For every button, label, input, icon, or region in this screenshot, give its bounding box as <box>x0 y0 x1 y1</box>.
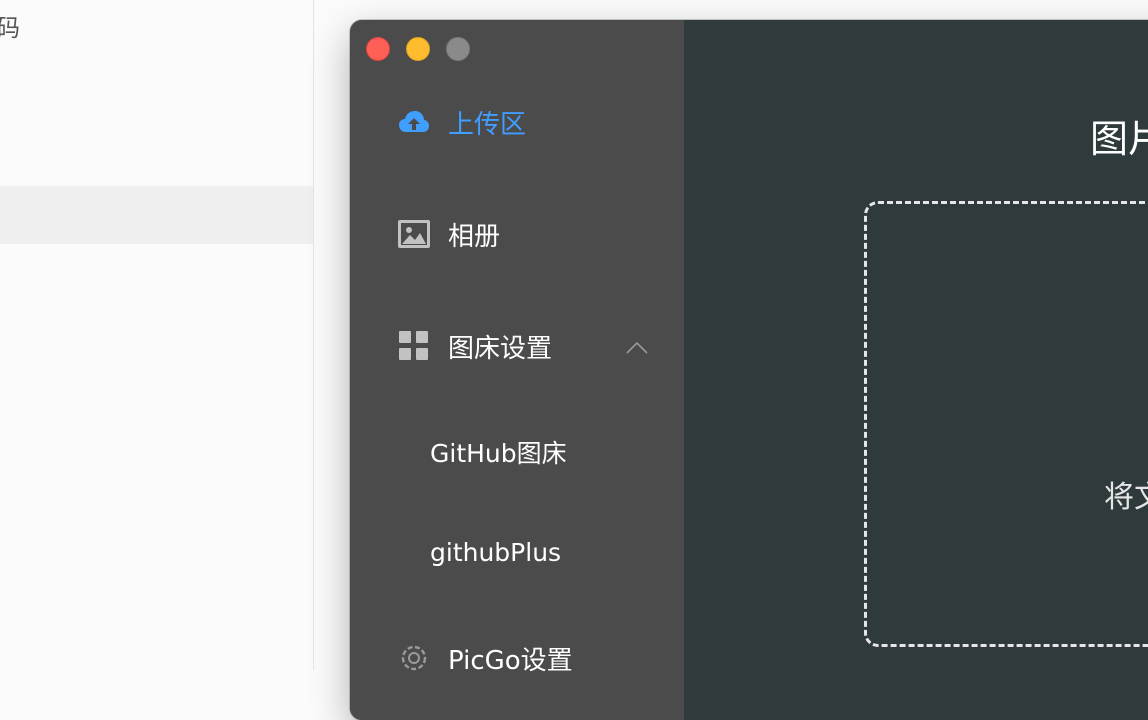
minimize-window-button[interactable] <box>406 37 430 61</box>
upload-dropzone[interactable] <box>864 201 1148 647</box>
image-icon <box>398 218 430 250</box>
background-partial-text: 码 <box>0 14 20 42</box>
sidebar-item-picgo-settings[interactable]: PicGo设置 <box>350 630 684 686</box>
sidebar-item-label: 相册 <box>448 221 501 252</box>
cloud-upload-icon <box>398 106 430 138</box>
picgo-window: 上传区 相册 图床设置 GitHub图床 githubPlus PicGo设置 … <box>350 20 1148 720</box>
close-window-button[interactable] <box>366 37 390 61</box>
sidebar-item-label: PicGo设置 <box>448 645 573 676</box>
sidebar-item-label: 上传区 <box>448 109 527 140</box>
submenu-item-githubplus[interactable]: githubPlus <box>350 524 684 580</box>
page-title: 图片 <box>1090 117 1148 161</box>
sidebar-item-upload[interactable]: 上传区 <box>350 94 684 150</box>
sidebar-item-image-host-settings[interactable]: 图床设置 <box>350 318 684 374</box>
submenu-item-label: githubPlus <box>430 537 562 567</box>
submenu-item-github[interactable]: GitHub图床 <box>350 424 684 480</box>
sidebar-item-gallery[interactable]: 相册 <box>350 206 684 262</box>
chevron-up-icon[interactable] <box>626 332 648 362</box>
grid-icon <box>398 330 430 362</box>
main-content: 图片 将文 <box>684 20 1148 720</box>
submenu-item-label: GitHub图床 <box>430 439 567 468</box>
sidebar-item-label: 图床设置 <box>448 333 553 364</box>
sidebar: 上传区 相册 图床设置 GitHub图床 githubPlus PicGo设置 <box>350 20 684 720</box>
zoom-window-button[interactable] <box>446 37 470 61</box>
dropzone-hint-text: 将文 <box>1104 480 1148 515</box>
background-selected-row[interactable] <box>0 186 313 244</box>
gear-icon <box>398 642 430 674</box>
background-app-panel: 码 <box>0 0 314 670</box>
